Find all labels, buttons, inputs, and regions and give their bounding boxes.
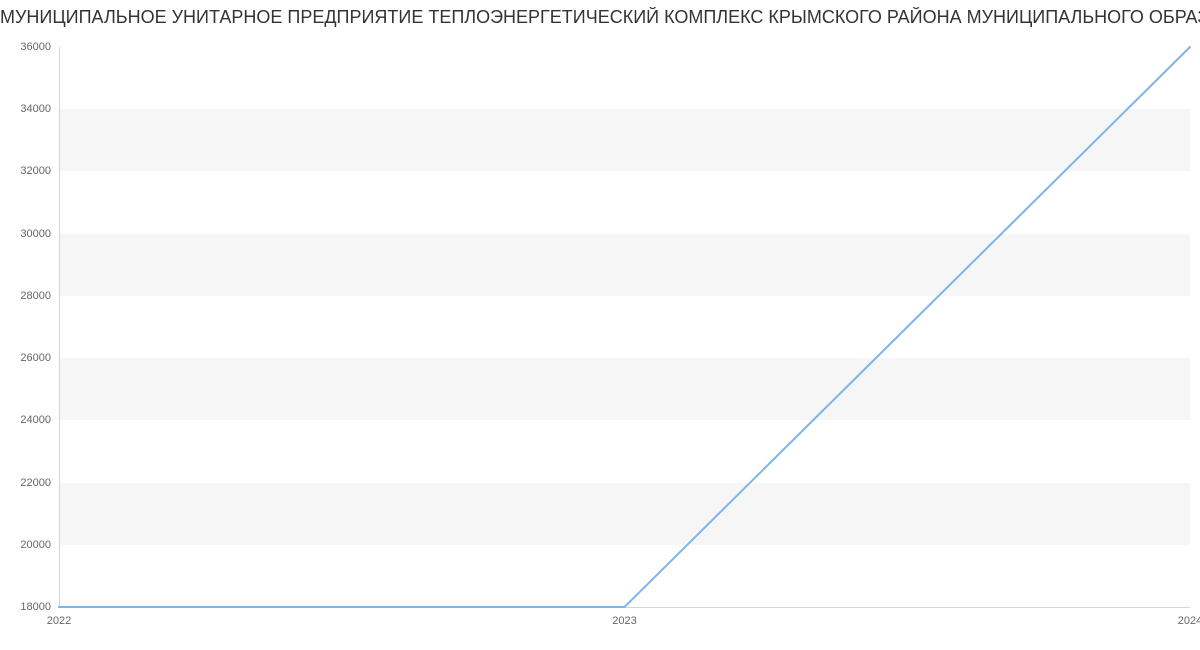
series-line xyxy=(59,47,1190,607)
plot-area: 1800020000220002400026000280003000032000… xyxy=(59,47,1190,607)
y-tick-label: 24000 xyxy=(20,414,59,426)
y-tick-label: 32000 xyxy=(20,165,59,177)
x-tick-label: 2023 xyxy=(612,607,636,627)
y-tick-label: 20000 xyxy=(20,539,59,551)
x-tick-label: 2024 xyxy=(1178,607,1200,627)
chart-title: МУНИЦИПАЛЬНОЕ УНИТАРНОЕ ПРЕДПРИЯТИЕ ТЕПЛ… xyxy=(0,7,1200,28)
y-tick-label: 22000 xyxy=(20,477,59,489)
y-tick-label: 34000 xyxy=(20,103,59,115)
x-tick-label: 2022 xyxy=(47,607,71,627)
y-tick-label: 28000 xyxy=(20,290,59,302)
y-tick-label: 26000 xyxy=(20,352,59,364)
y-tick-label: 36000 xyxy=(20,41,59,53)
y-tick-label: 30000 xyxy=(20,228,59,240)
chart-container: МУНИЦИПАЛЬНОЕ УНИТАРНОЕ ПРЕДПРИЯТИЕ ТЕПЛ… xyxy=(0,0,1200,650)
